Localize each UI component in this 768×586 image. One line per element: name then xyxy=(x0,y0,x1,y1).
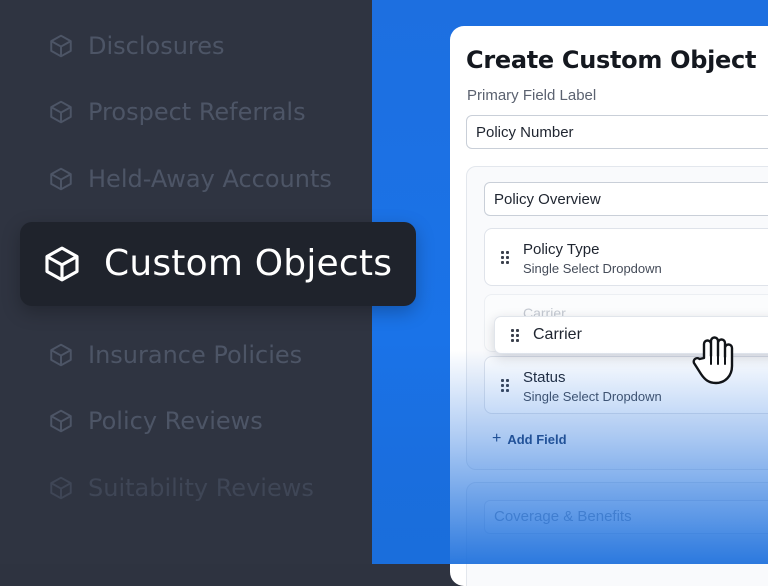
section-name-input[interactable]: Policy Overview xyxy=(484,182,768,216)
sidebar-item-label: Suitability Reviews xyxy=(88,474,314,502)
cube-icon xyxy=(50,34,72,58)
sidebar-item-suitability-reviews[interactable]: Suitability Reviews xyxy=(48,468,314,508)
cube-icon xyxy=(50,167,72,191)
sidebar-item-policy-reviews[interactable]: Policy Reviews xyxy=(48,401,263,441)
sidebar-item-label: Held-Away Accounts xyxy=(88,165,332,193)
sidebar-item-disclosures[interactable]: Disclosures xyxy=(48,26,225,66)
page-title: Create Custom Object xyxy=(466,46,757,74)
primary-field-label: Primary Field Label xyxy=(467,87,597,104)
primary-field-input[interactable]: Policy Number xyxy=(466,115,768,149)
sidebar-item-label: Prospect Referrals xyxy=(88,98,306,126)
field-type: Single Select Dropdown xyxy=(523,389,662,404)
cube-icon xyxy=(50,409,72,433)
sidebar-item-label: Custom Objects xyxy=(104,243,393,284)
field-title: Status xyxy=(523,369,566,386)
sidebar-item-label: Disclosures xyxy=(88,32,225,60)
cube-icon xyxy=(50,343,72,367)
sidebar-item-prospect-referrals[interactable]: Prospect Referrals xyxy=(48,92,306,132)
sidebar-item-label: Insurance Policies xyxy=(88,341,303,369)
plus-icon: + xyxy=(492,430,502,447)
field-row-policy-type[interactable]: Policy Type Single Select Dropdown xyxy=(484,228,768,286)
drag-handle-icon[interactable] xyxy=(501,379,509,392)
sidebar-item-custom-objects[interactable]: Custom Objects xyxy=(20,222,416,306)
next-section-name-input[interactable]: Coverage & Benefits xyxy=(484,500,768,534)
cube-icon xyxy=(50,476,72,500)
sidebar-item-held-away-accounts[interactable]: Held-Away Accounts xyxy=(48,159,332,199)
drag-handle-icon[interactable] xyxy=(501,251,509,264)
sidebar-item-label: Policy Reviews xyxy=(88,407,263,435)
sidebar-item-insurance-policies[interactable]: Insurance Policies xyxy=(48,335,302,375)
section-coverage-benefits xyxy=(466,482,768,586)
field-type: Single Select Dropdown xyxy=(523,261,662,276)
dragging-field-title: Carrier xyxy=(533,326,582,343)
add-field-label: Add Field xyxy=(507,431,567,447)
create-custom-object-card: Create Custom Object Primary Field Label… xyxy=(450,26,768,586)
cube-icon xyxy=(50,100,72,124)
cube-icon xyxy=(45,246,79,282)
drag-handle-icon[interactable] xyxy=(511,329,519,342)
field-title: Policy Type xyxy=(523,241,600,258)
grab-hand-cursor-icon xyxy=(692,336,734,385)
add-field-button[interactable]: + Add Field xyxy=(492,430,567,448)
